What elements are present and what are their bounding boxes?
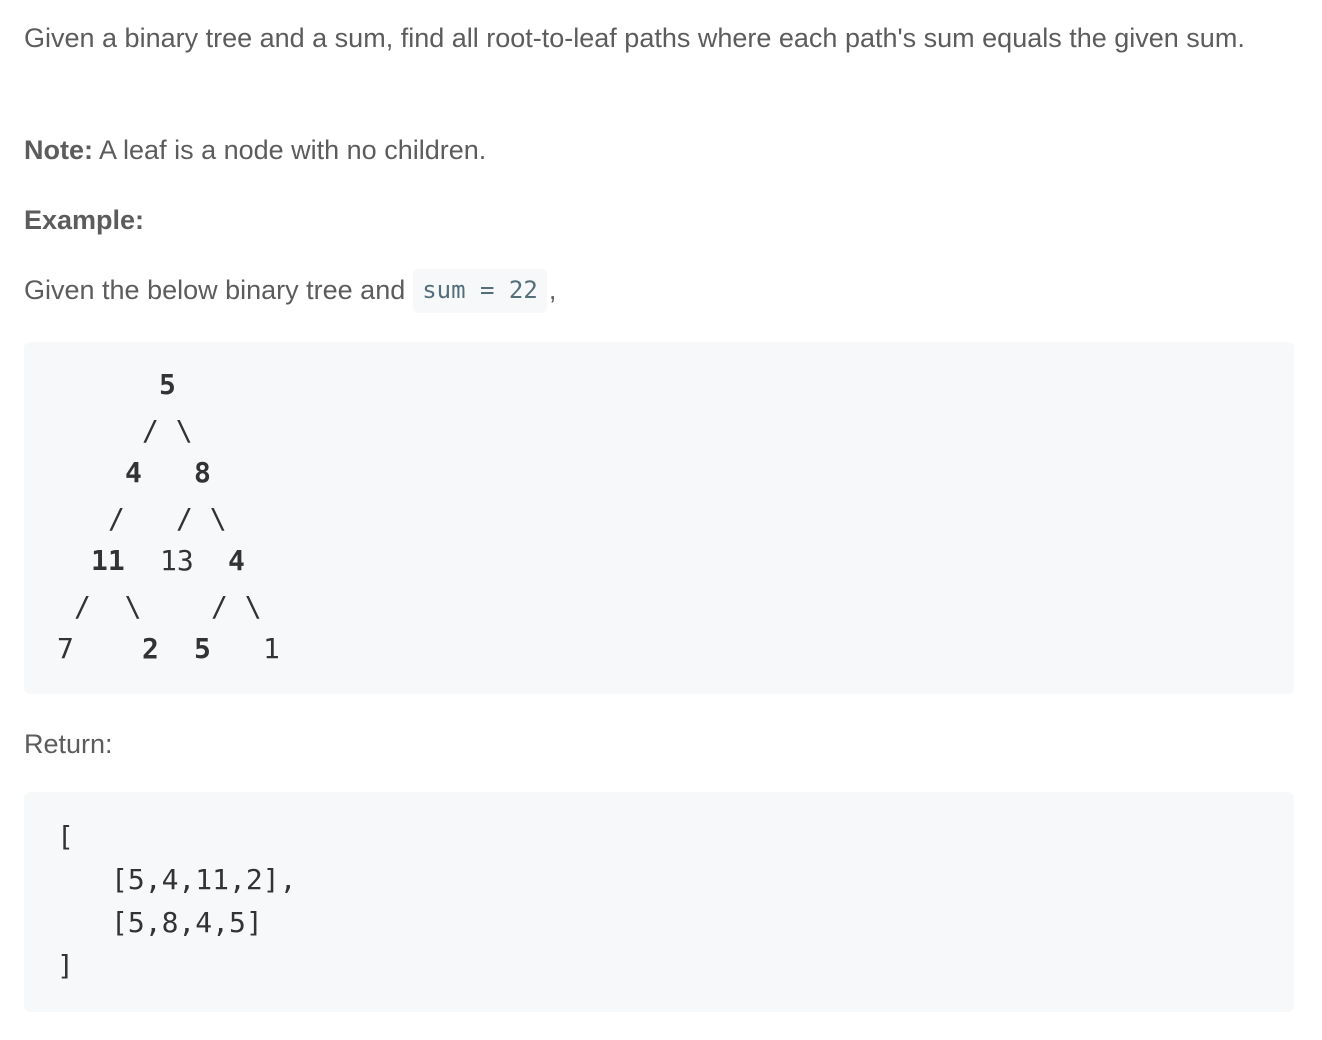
note-paragraph: Note: A leaf is a node with no children. (24, 129, 486, 171)
return-label: Return: (24, 729, 113, 759)
tree-node-2: 2 (142, 632, 159, 665)
tree-node-4b: 4 (228, 544, 245, 577)
tree-node-11: 11 (91, 544, 125, 577)
result-path-2: [5,8,4,5] (111, 906, 263, 939)
problem-description: Given a binary tree and a sum, find all … (24, 23, 1245, 53)
tree-node-root: 5 (159, 368, 176, 401)
sum-inline-code: sum = 22 (413, 269, 547, 313)
result-open-bracket: [ (57, 820, 74, 853)
example-heading: Example: (24, 205, 145, 235)
result-path-1: [5,4,11,2], (111, 863, 297, 896)
tree-edges-level3-left: / \ (74, 590, 142, 623)
result-code-block: [ [5,4,11,2], [5,8,4,5] ] (24, 792, 1294, 1012)
tree-code-block: 5 / \ 4 8 / / \ 11 13 4 / \ / \ 7 2 5 1 (24, 342, 1294, 694)
given-text: Given the below binary tree and (24, 275, 406, 305)
tree-node-4: 4 (125, 456, 142, 489)
tree-node-1: 1 (263, 632, 280, 665)
given-paragraph: Given the below binary tree and sum = 22, (24, 269, 556, 313)
given-suffix: , (548, 275, 557, 305)
tree-node-13: 13 (160, 544, 194, 577)
result-close-bracket: ] (57, 949, 74, 982)
tree-edges-level2-right: / \ (176, 502, 227, 535)
note-label: Note: (24, 135, 93, 165)
tree-node-5: 5 (194, 632, 211, 665)
note-text: A leaf is a node with no children. (93, 135, 487, 165)
tree-node-8: 8 (194, 456, 211, 489)
tree-edges-level3-right: / \ (211, 590, 262, 623)
tree-edge-level2-left: / (108, 502, 125, 535)
tree-edges-level1: / \ (142, 414, 193, 447)
tree-node-7: 7 (57, 632, 74, 665)
